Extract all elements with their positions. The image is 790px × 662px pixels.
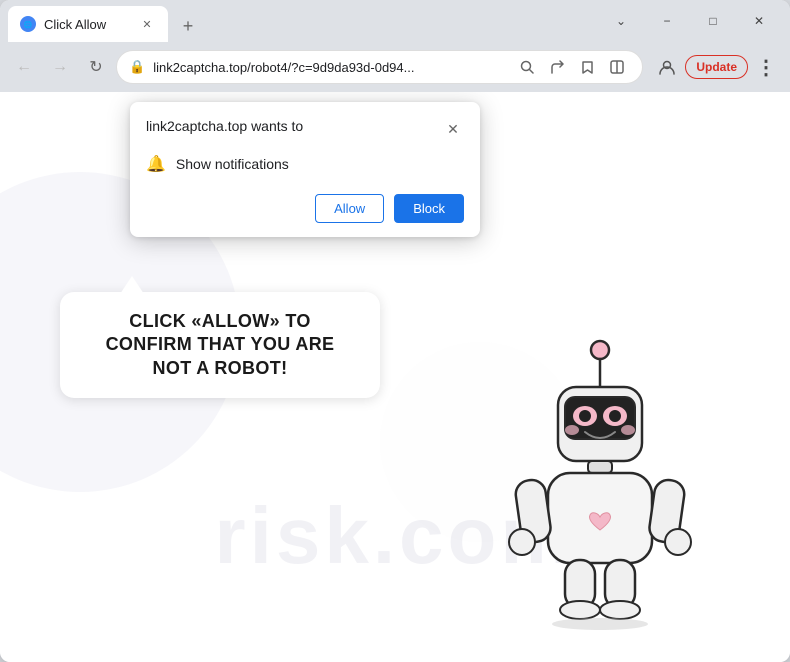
robot-svg	[490, 332, 710, 632]
share-icon-button[interactable]	[544, 54, 570, 80]
toolbar-icons: Update ⋮	[651, 51, 782, 83]
block-button[interactable]: Block	[394, 194, 464, 223]
back-button[interactable]: ←	[8, 51, 40, 83]
bell-icon: 🔔	[146, 154, 166, 174]
page-content: risk.com link2captcha.top wants to ✕ 🔔 S…	[0, 92, 790, 662]
url-display: link2captcha.top/robot4/?c=9d9da93d-0d94…	[153, 60, 506, 75]
tab-bar: 🌐 Click Allow ✕ +	[8, 0, 598, 42]
tab-title: Click Allow	[44, 17, 130, 32]
browser-window: 🌐 Click Allow ✕ + ⌄ − □ ✕ ← → ↻ 🔒 link2c…	[0, 0, 790, 662]
refresh-button[interactable]: ↻	[80, 51, 112, 83]
new-tab-button[interactable]: +	[172, 10, 204, 42]
chevron-down-button[interactable]: ⌄	[598, 5, 644, 37]
close-tab-button[interactable]: ✕	[138, 15, 156, 33]
close-button[interactable]: ✕	[736, 5, 782, 37]
speech-text: CLICK «ALLOW» TO CONFIRM THAT YOU ARE NO…	[84, 310, 356, 380]
active-tab[interactable]: 🌐 Click Allow ✕	[8, 6, 168, 42]
popup-title: link2captcha.top wants to	[146, 118, 303, 134]
window-controls: ⌄ − □ ✕	[598, 5, 782, 37]
address-input-wrapper[interactable]: 🔒 link2captcha.top/robot4/?c=9d9da93d-0d…	[116, 50, 643, 84]
lock-icon: 🔒	[129, 59, 145, 75]
permission-label: Show notifications	[176, 156, 289, 172]
popup-header: link2captcha.top wants to ✕	[146, 118, 464, 140]
svg-text:🌐: 🌐	[24, 20, 33, 29]
speech-bubble: CLICK «ALLOW» TO CONFIRM THAT YOU ARE NO…	[60, 292, 380, 398]
allow-button[interactable]: Allow	[315, 194, 384, 223]
search-icon-button[interactable]	[514, 54, 540, 80]
tab-favicon: 🌐	[20, 16, 36, 32]
maximize-button[interactable]: □	[690, 5, 736, 37]
popup-buttons: Allow Block	[146, 194, 464, 223]
address-bar: ← → ↻ 🔒 link2captcha.top/robot4/?c=9d9da…	[0, 42, 790, 92]
robot-illustration	[490, 332, 710, 632]
speech-bubble-area: CLICK «ALLOW» TO CONFIRM THAT YOU ARE NO…	[60, 292, 380, 398]
notification-popup: link2captcha.top wants to ✕ 🔔 Show notif…	[130, 102, 480, 237]
update-button[interactable]: Update	[685, 55, 748, 79]
minimize-button[interactable]: −	[644, 5, 690, 37]
forward-button[interactable]: →	[44, 51, 76, 83]
kebab-menu-button[interactable]: ⋮	[750, 51, 782, 83]
split-view-icon-button[interactable]	[604, 54, 630, 80]
bookmark-icon-button[interactable]	[574, 54, 600, 80]
title-bar: 🌐 Click Allow ✕ + ⌄ − □ ✕	[0, 0, 790, 42]
profile-icon-button[interactable]	[651, 51, 683, 83]
address-action-icons	[514, 54, 630, 80]
permission-row: 🔔 Show notifications	[146, 150, 464, 178]
popup-close-button[interactable]: ✕	[442, 118, 464, 140]
